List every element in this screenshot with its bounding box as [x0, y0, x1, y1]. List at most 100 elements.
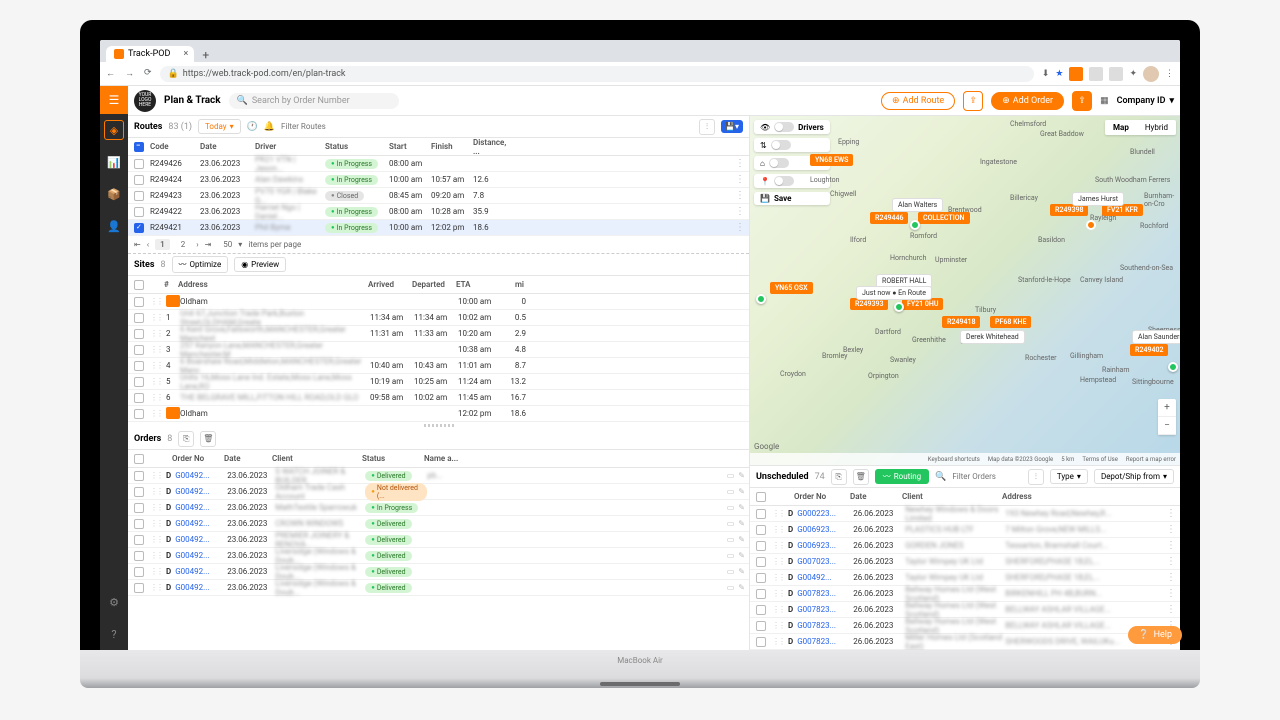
- map-save-button[interactable]: 💾Save: [754, 192, 830, 205]
- order-row[interactable]: ⋮⋮ D G00492... 23.06.2023 Liversidge (Wi…: [128, 548, 749, 564]
- address-bar[interactable]: 🔒 https://web.track-pod.com/en/plan-trac…: [160, 66, 1034, 82]
- search-input[interactable]: 🔍 Search by Order Number: [229, 93, 399, 109]
- map-marker[interactable]: COLLECTION: [918, 212, 970, 224]
- upload-order-button[interactable]: ⇪: [1072, 91, 1092, 111]
- drag-handle[interactable]: ⋮⋮: [150, 503, 162, 512]
- row-menu[interactable]: ⋮: [1166, 604, 1176, 615]
- upload-route-button[interactable]: ⇪: [963, 91, 983, 111]
- route-row[interactable]: R249423 23.06.2023 PV70 YGR | Blake G...…: [128, 188, 749, 204]
- add-route-button[interactable]: ⊕ Add Route: [881, 92, 955, 110]
- extension-icon[interactable]: [1089, 67, 1103, 81]
- drag-handle[interactable]: ⋮⋮: [150, 487, 162, 496]
- order-row[interactable]: ⋮⋮ D G00492... 23.06.2023 Oldham Trade C…: [128, 484, 749, 500]
- drag-handle[interactable]: ⋮⋮: [150, 329, 162, 338]
- filter-orders-input[interactable]: [952, 472, 1022, 481]
- download-icon[interactable]: ⬇: [1042, 69, 1050, 79]
- sidebar-item-settings[interactable]: ⚙: [104, 592, 124, 612]
- site-row[interactable]: ⋮⋮ 6 THE BELGRAVE MILL,FITTON HILL ROAD,…: [128, 390, 749, 406]
- unscheduled-row[interactable]: ⋮⋮ D G000223... 26.06.2023 Newhey Window…: [750, 506, 1180, 522]
- page-first[interactable]: ⇤: [134, 240, 141, 249]
- unscheduled-row[interactable]: ⋮⋮ D G006923... 26.06.2023 GORDEN JONES …: [750, 538, 1180, 554]
- drag-handle[interactable]: ⋮⋮: [150, 471, 162, 480]
- row-menu[interactable]: ⋮: [1166, 540, 1176, 551]
- map-marker[interactable]: R249418: [942, 316, 980, 328]
- unscheduled-row[interactable]: ⋮⋮ D G007823... 26.06.2023 Miller Homes …: [750, 634, 1180, 650]
- filter-routes-input[interactable]: [281, 122, 693, 131]
- menu-toggle[interactable]: ☰: [100, 86, 128, 114]
- map-marker[interactable]: R249446: [870, 212, 908, 224]
- row-menu[interactable]: ⋮: [735, 158, 745, 169]
- route-row[interactable]: R249421 23.06.2023 Phil Byrne In Progres…: [128, 220, 749, 236]
- back-icon[interactable]: ←: [106, 68, 115, 79]
- reload-icon[interactable]: ⟳: [144, 68, 152, 79]
- map-marker[interactable]: R249402: [1130, 344, 1168, 356]
- page-2[interactable]: 2: [176, 239, 191, 250]
- close-icon[interactable]: ×: [184, 49, 189, 59]
- map-tooltip[interactable]: Alan Saunders: [1132, 330, 1180, 344]
- drag-handle[interactable]: ⋮⋮: [150, 361, 162, 370]
- order-row[interactable]: ⋮⋮ D G00492... 23.06.2023 CROWN WINDOWS …: [128, 516, 749, 532]
- drag-handle[interactable]: ⋮⋮: [150, 535, 162, 544]
- row-menu[interactable]: ⋮: [735, 174, 745, 185]
- browser-tab[interactable]: Track-POD ×: [106, 46, 194, 62]
- map-marker[interactable]: YN68 EWS: [810, 154, 853, 166]
- order-row[interactable]: ⋮⋮ D G00492... 23.06.2023 MathTextile Sp…: [128, 500, 749, 516]
- drag-handle[interactable]: ⋮⋮: [150, 393, 162, 402]
- page-last[interactable]: ⇥: [205, 240, 212, 249]
- menu-icon[interactable]: ⋮: [1165, 69, 1174, 79]
- sidebar-item-pod[interactable]: 📦: [104, 184, 124, 204]
- depot-dropdown[interactable]: Depot/Ship from ▾: [1094, 469, 1174, 484]
- delete-icon[interactable]: 🗑: [853, 469, 869, 485]
- map-tooltip[interactable]: Alan Walters: [892, 198, 943, 212]
- new-tab-button[interactable]: +: [194, 48, 217, 62]
- map-tooltip[interactable]: Just now ● En Route: [856, 286, 932, 300]
- save-dropdown[interactable]: 💾▾: [721, 120, 743, 133]
- drag-handle[interactable]: ⋮⋮: [150, 377, 162, 386]
- add-order-button[interactable]: ⊕ Add Order: [991, 92, 1064, 110]
- preview-button[interactable]: ◉ Preview: [234, 257, 286, 272]
- map-marker[interactable]: PF68 KHE: [990, 316, 1031, 328]
- map-tooltip[interactable]: James Hurst: [1072, 192, 1124, 206]
- select-all-checkbox[interactable]: [134, 280, 144, 290]
- row-menu[interactable]: ⋮: [735, 222, 745, 233]
- star-icon[interactable]: ★: [1055, 69, 1063, 79]
- sidebar-item-users[interactable]: 👤: [104, 216, 124, 236]
- drag-handle[interactable]: ⋮⋮: [150, 297, 162, 306]
- map-type-switch[interactable]: Map Hybrid: [1105, 120, 1176, 135]
- map[interactable]: 👁Drivers ⇅ ⌂ 📍 💾Save Map Hybrid Chelmsfo…: [750, 116, 1180, 465]
- row-checkbox[interactable]: [134, 223, 144, 233]
- puzzle-icon[interactable]: ✦: [1129, 69, 1137, 79]
- order-row[interactable]: ⋮⋮ D G00492... 23.06.2023 Liversidge (Wi…: [128, 580, 749, 596]
- filter-icon[interactable]: ⫶: [699, 119, 715, 135]
- sidebar-item-reports[interactable]: 📊: [104, 152, 124, 172]
- unscheduled-row[interactable]: ⋮⋮ D G007023... 26.06.2023 Taylor Wimpey…: [750, 554, 1180, 570]
- unscheduled-row[interactable]: ⋮⋮ D G006923... 26.06.2023 PLASTICS HUB …: [750, 522, 1180, 538]
- copy-icon[interactable]: ⎘: [831, 469, 847, 485]
- map-marker[interactable]: YN65 OSX: [770, 282, 813, 294]
- zoom-in-button[interactable]: +: [1158, 399, 1176, 417]
- map-tooltip[interactable]: Derek Whitehead: [960, 330, 1025, 344]
- extension-icon[interactable]: [1069, 67, 1083, 81]
- route-row[interactable]: R249426 23.06.2023 PR21 VTN | Jason... I…: [128, 156, 749, 172]
- sidebar-item-help[interactable]: ?: [104, 624, 124, 644]
- drag-handle[interactable]: ⋮⋮: [150, 519, 162, 528]
- route-row[interactable]: R249424 23.06.2023 Alan Dawkins In Progr…: [128, 172, 749, 188]
- forward-icon[interactable]: →: [125, 68, 134, 79]
- row-menu[interactable]: ⋮: [1166, 572, 1176, 583]
- row-checkbox[interactable]: [134, 191, 144, 201]
- page-1[interactable]: 1: [155, 239, 170, 250]
- row-menu[interactable]: ⋮: [1166, 524, 1176, 535]
- optimize-button[interactable]: 〰 Optimize: [172, 256, 229, 273]
- filter-icon[interactable]: ⫶: [1028, 469, 1044, 485]
- map-toggle-route[interactable]: ⇅: [754, 138, 830, 152]
- row-menu[interactable]: ⋮: [735, 206, 745, 217]
- order-row[interactable]: ⋮⋮ D G00492... 23.06.2023 PREMIER JOINER…: [128, 532, 749, 548]
- row-menu[interactable]: ⋮: [1166, 556, 1176, 567]
- drag-handle[interactable]: ⋮⋮: [150, 313, 162, 322]
- zoom-out-button[interactable]: −: [1158, 417, 1176, 435]
- row-checkbox[interactable]: [134, 159, 144, 169]
- company-dropdown[interactable]: Company ID ▾: [1117, 96, 1174, 106]
- row-menu[interactable]: ⋮: [1166, 508, 1176, 519]
- bell-icon[interactable]: 🔔: [264, 122, 275, 132]
- route-row[interactable]: R249422 23.06.2023 Harriet Ngo | Daniel.…: [128, 204, 749, 220]
